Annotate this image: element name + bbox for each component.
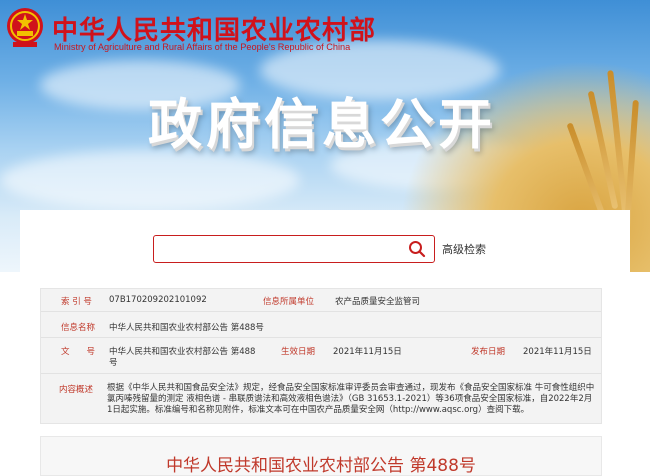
publish-value: 2021年11月15日 (523, 347, 592, 357)
banner-heading: 政府信息公开 (148, 93, 496, 156)
effective-label: 生效日期 (281, 347, 316, 357)
name-label: 信息名称 (61, 323, 96, 333)
row-divider (41, 337, 601, 338)
document-title: 中华人民共和国农业农村部公告 第488号 (166, 456, 476, 476)
info-table: 索 引 号 07B170209202101092 信息所属单位 农产品质量安全监… (40, 288, 602, 424)
search-icon[interactable] (408, 240, 426, 258)
index-label: 索 引 号 (61, 297, 92, 307)
row-divider (41, 311, 601, 312)
name-value: 中华人民共和国农业农村部公告 第488号 (109, 323, 264, 333)
docno-value: 中华人民共和国农业农村部公告 第488 (109, 347, 256, 357)
summary-value: 根据《中华人民共和国食品安全法》规定，经食品安全国家标准审评委员会审查通过，现发… (107, 383, 595, 415)
effective-value: 2021年11月15日 (333, 347, 402, 357)
national-emblem-icon (7, 8, 43, 47)
search-input[interactable] (153, 235, 435, 263)
row-divider (41, 373, 601, 374)
index-value: 07B170209202101092 (109, 295, 207, 305)
docno-value-wrap: 号 (109, 358, 118, 368)
summary-label: 内容概述 (59, 385, 94, 395)
docno-label: 文 号 (61, 347, 96, 357)
publish-label: 发布日期 (471, 347, 506, 357)
owner-label: 信息所属单位 (263, 297, 315, 307)
advanced-search-link[interactable]: 高级检索 (442, 241, 486, 257)
cloud-decoration (0, 150, 300, 210)
site-subtitle: Ministry of Agriculture and Rural Affair… (54, 42, 351, 52)
document-title-box: 中华人民共和国农业农村部公告 第488号 (40, 436, 602, 476)
owner-value: 农产品质量安全监管司 (335, 297, 421, 307)
